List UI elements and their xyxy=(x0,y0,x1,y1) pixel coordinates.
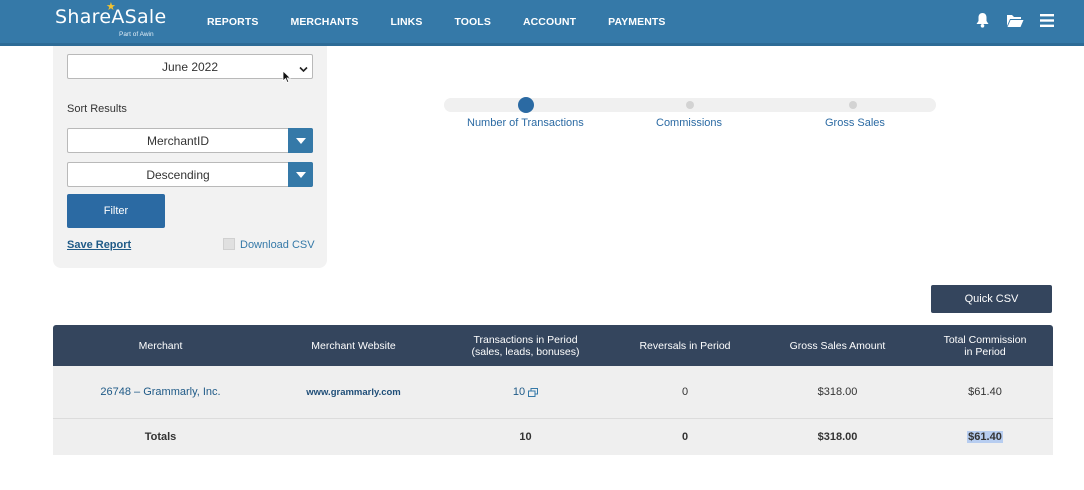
reversals-value: 0 xyxy=(681,386,689,398)
sort-order-dropdown-button[interactable] xyxy=(288,162,313,187)
sort-by-value: MerchantID xyxy=(146,133,210,148)
logo-subtext: Part of Awin xyxy=(119,31,154,38)
sort-order-select[interactable]: Descending xyxy=(67,162,313,187)
nav-payments[interactable]: PAYMENTS xyxy=(608,16,665,28)
folder-icon[interactable] xyxy=(1006,13,1024,28)
transactions-link[interactable]: 10 xyxy=(513,386,525,398)
star-icon: ★ xyxy=(106,1,116,13)
popup-window-icon[interactable] xyxy=(528,387,539,397)
nav-reports[interactable]: REPORTS xyxy=(207,16,258,28)
month-select-value: June 2022 xyxy=(161,59,219,74)
header-merchant: Merchant xyxy=(138,339,183,352)
save-report-link[interactable]: Save Report xyxy=(67,239,131,251)
merchant-website-link[interactable]: www.grammarly.com xyxy=(306,387,401,398)
nav-tools[interactable]: TOOLS xyxy=(454,16,490,28)
totals-website-empty xyxy=(268,419,439,455)
header-reversals: Reversals in Period xyxy=(639,339,731,352)
step-transactions[interactable]: Number of Transactions xyxy=(467,117,584,129)
totals-gross-sales: $318.00 xyxy=(817,431,858,443)
totals-transactions: 10 xyxy=(519,431,532,443)
table-row: 26748 – Grammarly, Inc. www.grammarly.co… xyxy=(53,366,1053,419)
main-nav: REPORTS MERCHANTS LINKS TOOLS ACCOUNT PA… xyxy=(207,16,698,28)
sharesale-logo[interactable]: ★ ShareASale Part of Awin xyxy=(55,1,167,38)
totals-commission: $61.40 xyxy=(967,431,1003,443)
table-header: Merchant Merchant Website Transactions i… xyxy=(53,325,1053,366)
nav-account[interactable]: ACCOUNT xyxy=(523,16,576,28)
step-dot-gross-sales[interactable] xyxy=(849,101,857,109)
merchant-link[interactable]: 26748 – Grammarly, Inc. xyxy=(100,386,220,398)
totals-reversals: 0 xyxy=(681,431,689,443)
caret-down-icon xyxy=(295,137,306,144)
header-total-commission: Total Commission in Period xyxy=(943,333,1027,358)
month-select[interactable]: June 2022 xyxy=(67,54,313,79)
header-merchant-website: Merchant Website xyxy=(311,339,396,352)
step-commissions[interactable]: Commissions xyxy=(656,117,722,129)
sort-order-value: Descending xyxy=(146,167,210,182)
commission-value: $61.40 xyxy=(968,386,1002,398)
chevron-down-icon xyxy=(299,62,308,76)
filter-button[interactable]: Filter xyxy=(67,194,165,228)
header-icons xyxy=(959,12,1054,28)
results-table: Merchant Merchant Website Transactions i… xyxy=(53,325,1053,455)
download-csv-checkbox[interactable] xyxy=(223,238,235,250)
totals-label: Totals xyxy=(144,431,177,443)
header-gross-sales: Gross Sales Amount xyxy=(789,339,886,352)
caret-down-icon xyxy=(295,171,306,178)
step-dot-transactions[interactable] xyxy=(518,97,534,113)
sort-by-dropdown-button[interactable] xyxy=(288,128,313,153)
quick-csv-button[interactable]: Quick CSV xyxy=(931,285,1052,313)
nav-links[interactable]: LINKS xyxy=(390,16,422,28)
download-csv-label[interactable]: Download CSV xyxy=(240,239,315,251)
sort-results-label: Sort Results xyxy=(67,103,127,115)
totals-row: Totals 10 0 $318.00 $61.40 xyxy=(53,419,1053,455)
header-transactions: Transactions in Period (sales, leads, bo… xyxy=(471,333,580,358)
menu-icon[interactable] xyxy=(1040,13,1054,27)
top-navigation-bar: ★ ShareASale Part of Awin REPORTS MERCHA… xyxy=(0,0,1084,46)
step-dot-commissions[interactable] xyxy=(686,101,694,109)
sort-by-select[interactable]: MerchantID xyxy=(67,128,313,153)
bell-icon[interactable] xyxy=(975,12,990,28)
mouse-cursor-icon xyxy=(282,70,291,84)
nav-merchants[interactable]: MERCHANTS xyxy=(290,16,358,28)
gross-sales-value: $318.00 xyxy=(817,386,858,398)
step-gross-sales[interactable]: Gross Sales xyxy=(825,117,885,129)
